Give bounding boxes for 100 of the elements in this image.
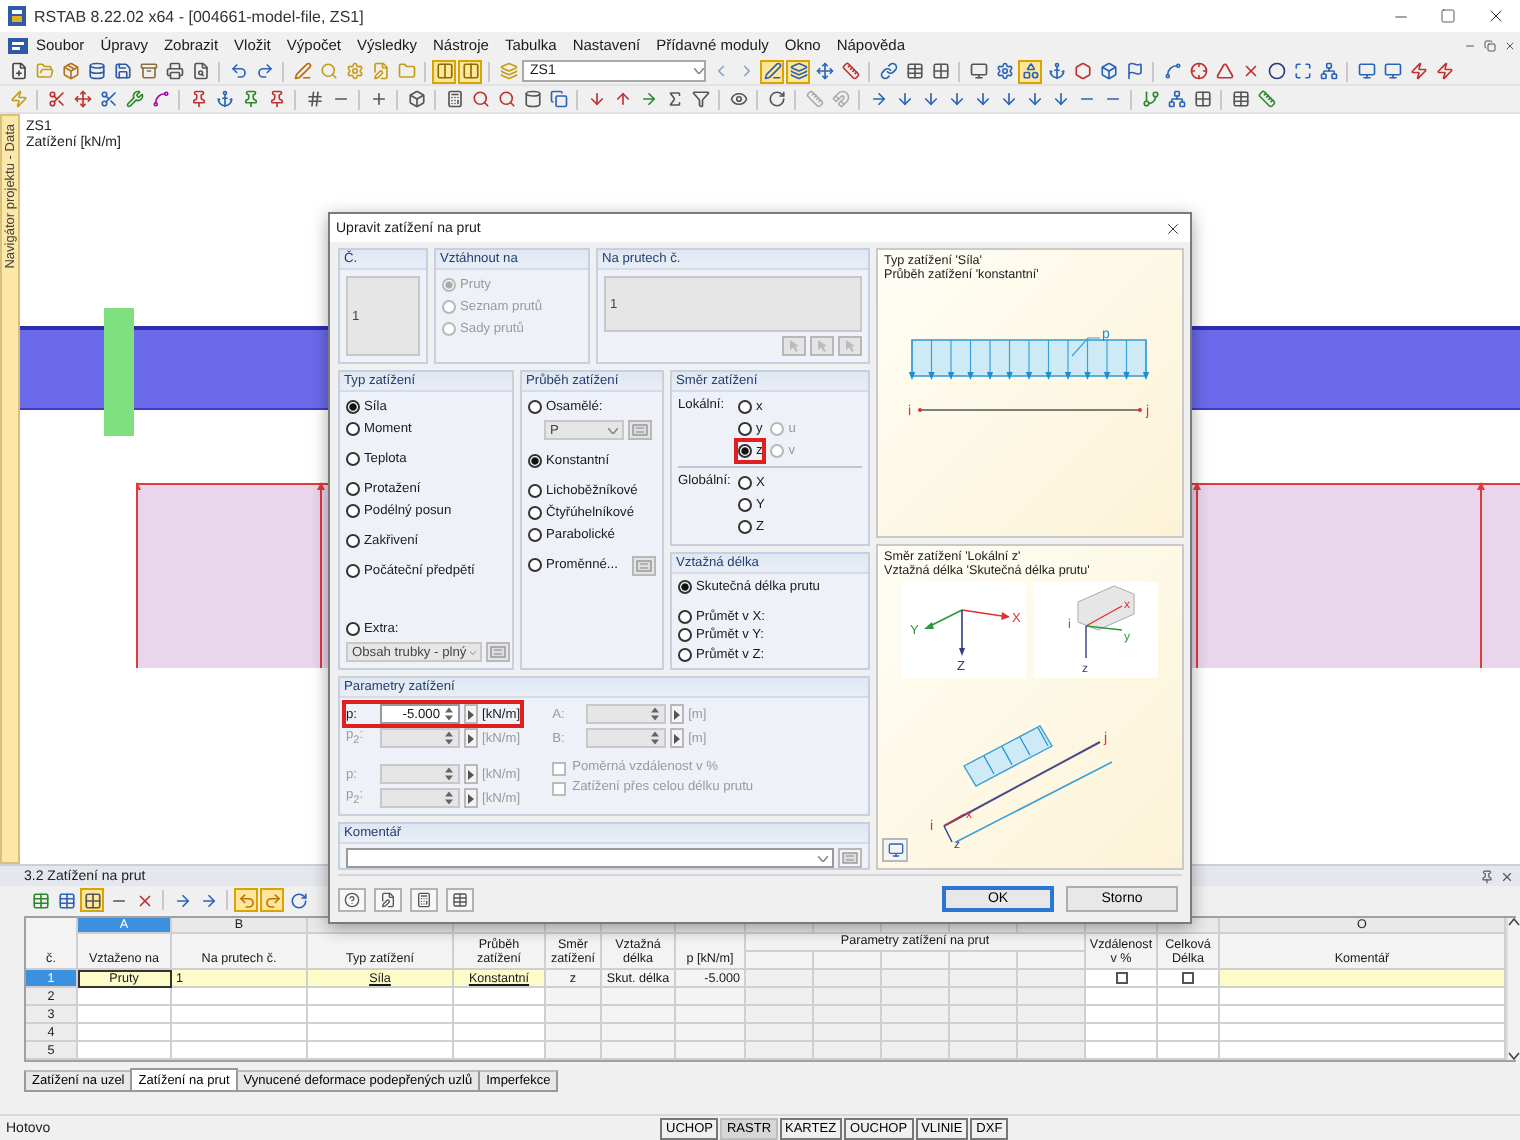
settings-icon[interactable] [992, 59, 1016, 83]
move-icon[interactable] [70, 87, 94, 111]
save-icon[interactable] [110, 59, 134, 83]
table-cell[interactable] [172, 1006, 308, 1024]
printer-icon[interactable] [162, 59, 186, 83]
table-cell[interactable] [308, 1024, 454, 1042]
filter-icon[interactable] [688, 87, 712, 111]
undo-icon[interactable] [234, 888, 258, 912]
table-cell[interactable] [602, 1042, 676, 1060]
triangle-icon[interactable] [1212, 59, 1236, 83]
branch-icon[interactable] [1138, 87, 1162, 111]
spline-icon[interactable] [148, 87, 172, 111]
network-icon[interactable] [1164, 87, 1188, 111]
search-icon[interactable] [494, 87, 518, 111]
table-button[interactable] [446, 887, 474, 911]
spinner-icon[interactable] [444, 706, 454, 722]
layers-icon[interactable] [786, 59, 810, 83]
flag-icon[interactable] [1122, 59, 1146, 83]
table-cell[interactable] [454, 988, 546, 1006]
table-cell[interactable] [308, 988, 454, 1006]
checkbox[interactable] [1182, 972, 1194, 984]
monitor-icon[interactable] [1380, 59, 1404, 83]
undo-icon[interactable] [226, 59, 250, 83]
table-cell[interactable] [172, 1024, 308, 1042]
search-icon[interactable] [468, 87, 492, 111]
table-cell[interactable] [676, 1006, 746, 1024]
menu-button[interactable] [670, 704, 685, 724]
calculator-button[interactable] [410, 887, 438, 911]
grid-icon[interactable] [80, 888, 104, 912]
database-icon[interactable] [84, 59, 108, 83]
table-cell[interactable] [78, 1042, 172, 1060]
scrollbar[interactable] [1506, 918, 1520, 1060]
table-cell[interactable] [308, 1042, 454, 1060]
link-icon[interactable] [876, 59, 900, 83]
document-icon[interactable] [8, 37, 28, 53]
table-cell[interactable] [676, 988, 746, 1006]
ruler-icon[interactable] [838, 59, 862, 83]
table-cell[interactable] [602, 1024, 676, 1042]
zap-icon[interactable] [1432, 59, 1456, 83]
redo-icon[interactable] [260, 888, 284, 912]
file-edit-icon[interactable] [368, 59, 392, 83]
table-icon[interactable] [54, 888, 78, 912]
view-button[interactable] [882, 838, 908, 862]
hexagon-icon[interactable] [1070, 59, 1094, 83]
scroll-down-icon[interactable] [1508, 1052, 1520, 1060]
table-cell[interactable] [546, 988, 602, 1006]
table-cell[interactable] [454, 1024, 546, 1042]
monitor-icon[interactable] [1354, 59, 1378, 83]
table-cell[interactable] [676, 1024, 746, 1042]
table-cell[interactable] [546, 1042, 602, 1060]
columns-icon[interactable] [458, 59, 482, 83]
anchor-icon[interactable] [1044, 59, 1068, 83]
move-icon[interactable] [812, 59, 836, 83]
redo-icon[interactable] [252, 59, 276, 83]
table-cell[interactable] [1220, 1024, 1506, 1042]
archive-icon[interactable] [136, 59, 160, 83]
anchor-icon[interactable] [212, 87, 236, 111]
crosshair-icon[interactable] [1186, 59, 1210, 83]
checkbox[interactable] [1115, 972, 1127, 984]
settings-icon[interactable] [342, 59, 366, 83]
table-cell[interactable] [602, 1006, 676, 1024]
table-cell[interactable] [78, 988, 172, 1006]
circle-icon[interactable] [1264, 59, 1288, 83]
scissors-icon[interactable] [44, 87, 68, 111]
table-cell[interactable] [78, 1006, 172, 1024]
network-icon[interactable] [1316, 59, 1340, 83]
table-cell[interactable] [454, 1006, 546, 1024]
table-cell[interactable] [1220, 1042, 1506, 1060]
scroll-up-icon[interactable] [1508, 918, 1520, 926]
calculator-icon[interactable] [442, 87, 466, 111]
wrench-icon[interactable] [122, 87, 146, 111]
table-cell[interactable] [308, 1006, 454, 1024]
menu-button[interactable] [464, 704, 478, 724]
cylinder-icon[interactable] [520, 87, 544, 111]
table-icon[interactable] [902, 59, 926, 83]
table-cell[interactable] [546, 1024, 602, 1042]
maximize-icon[interactable] [1290, 59, 1314, 83]
rotate-icon[interactable] [764, 87, 788, 111]
rotate-icon[interactable] [286, 888, 310, 912]
shapes-icon[interactable] [1018, 59, 1042, 83]
hash-icon[interactable] [302, 87, 326, 111]
table-cell[interactable] [1220, 1006, 1506, 1024]
help-button[interactable] [338, 887, 366, 911]
spline-icon[interactable] [1160, 59, 1184, 83]
pen-icon[interactable] [290, 59, 314, 83]
eye-icon[interactable] [726, 87, 750, 111]
copy-icon[interactable] [546, 87, 570, 111]
file-search-icon[interactable] [188, 59, 212, 83]
table-icon[interactable] [28, 888, 52, 912]
table-cell[interactable] [546, 1006, 602, 1024]
table-icon[interactable] [1228, 87, 1252, 111]
ruler-icon[interactable] [1254, 87, 1278, 111]
grid-icon[interactable] [1190, 87, 1214, 111]
table-cell[interactable] [602, 988, 676, 1006]
table-cell[interactable] [172, 988, 308, 1006]
menu-button[interactable] [670, 728, 685, 748]
columns-icon[interactable] [432, 59, 456, 83]
table-cell[interactable] [454, 1042, 546, 1060]
table-cell[interactable] [1220, 970, 1506, 988]
pin-icon[interactable] [1480, 869, 1494, 883]
